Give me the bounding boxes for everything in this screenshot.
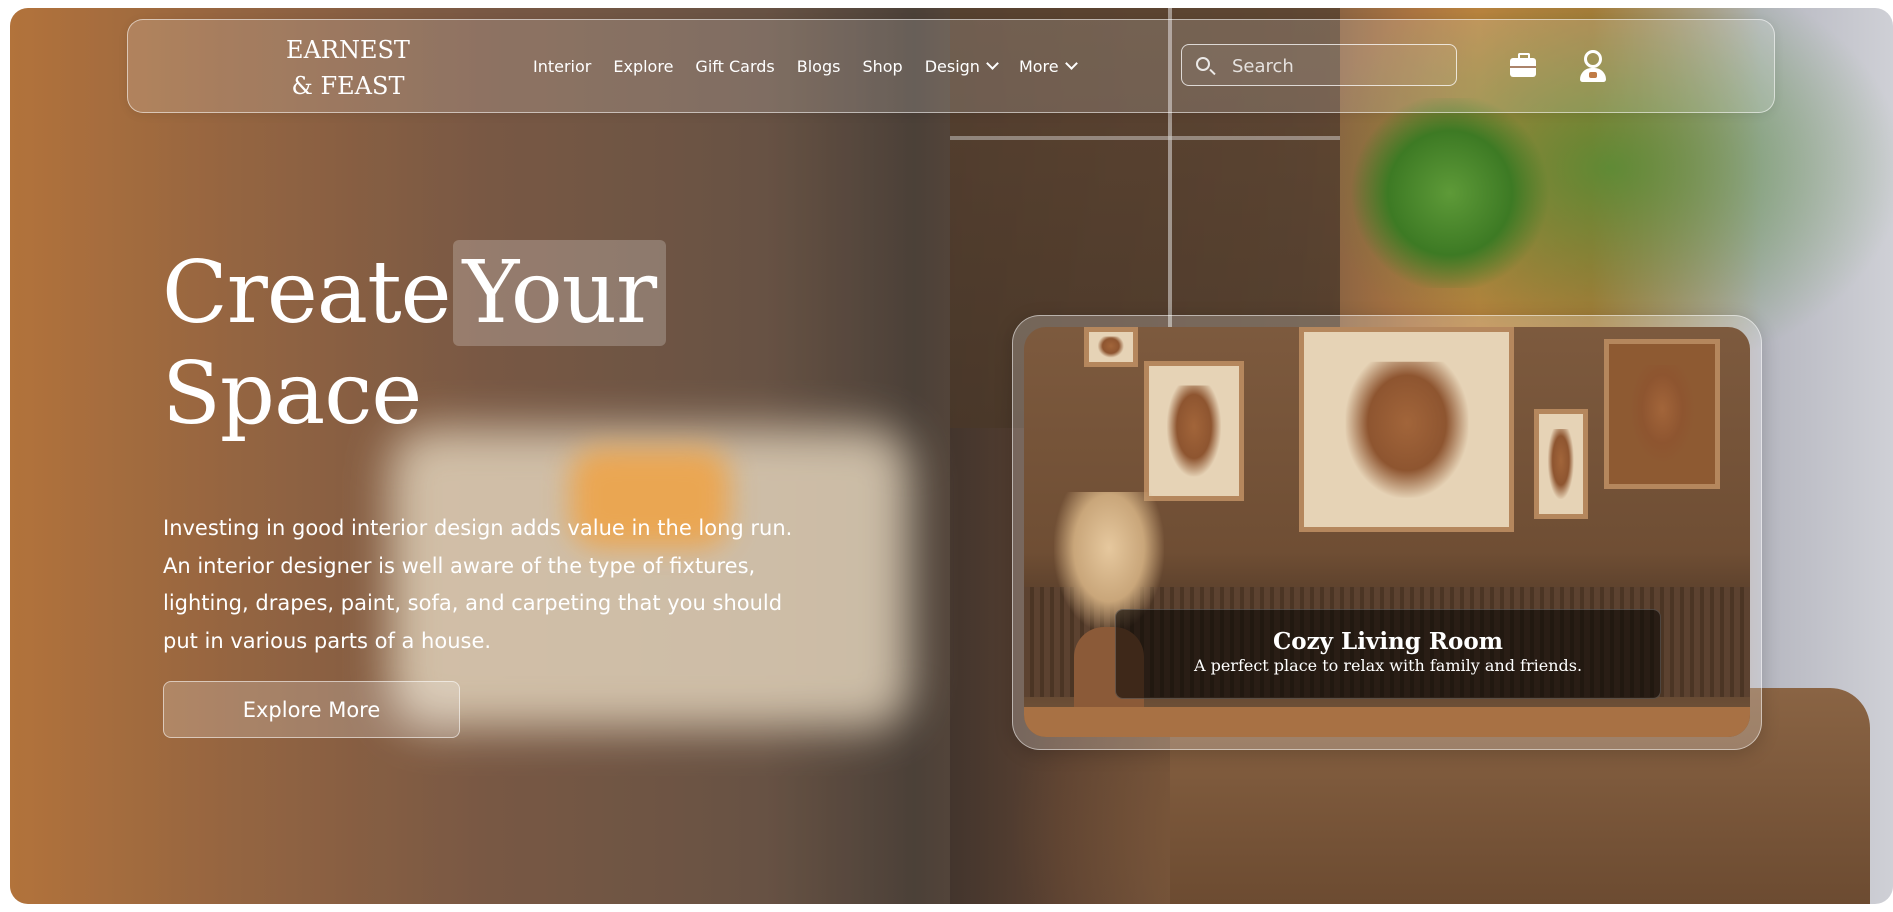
- hero-description: Investing in good interior design adds v…: [163, 516, 793, 653]
- nav-label: Explore: [613, 56, 674, 76]
- room-image: Cozy Living Room A perfect place to rela…: [1024, 327, 1750, 737]
- logo-line-2: & FEAST: [291, 72, 405, 100]
- card-title: Cozy Living Room: [1272, 628, 1504, 655]
- nav-item-shop[interactable]: Shop: [862, 57, 902, 76]
- nav-label: Gift Cards: [695, 56, 775, 76]
- nav-item-blogs[interactable]: Blogs: [797, 57, 841, 76]
- nav-item-design[interactable]: Design: [924, 56, 999, 76]
- nav-item-more[interactable]: More: [1018, 56, 1078, 76]
- chevron-down-icon: [1064, 57, 1078, 70]
- wall-frame: [1299, 327, 1514, 532]
- plant-image: [1350, 98, 1550, 288]
- headline-word-space: Space: [162, 344, 422, 444]
- nav-label: More: [1018, 56, 1059, 76]
- search-input[interactable]: [1230, 45, 1444, 87]
- logo-line-1: EARNEST: [286, 36, 410, 64]
- hero-headline: Create Your Space: [162, 240, 667, 444]
- floor: [1024, 707, 1750, 737]
- headline-word-create: Create: [162, 243, 452, 343]
- wall-frame: [1144, 361, 1244, 501]
- nav-item-gift-cards[interactable]: Gift Cards: [695, 57, 774, 76]
- brand-logo[interactable]: EARNEST & FEAST: [268, 32, 428, 104]
- frosted-overlay: [10, 8, 950, 904]
- card-subtitle: A perfect place to relax with family and…: [1193, 656, 1583, 675]
- main-menu: Interior Explore Gift Cards Blogs Shop D…: [533, 20, 1078, 112]
- explore-more-button[interactable]: Explore More: [163, 681, 460, 738]
- wall-frame: [1084, 327, 1138, 367]
- featured-room-card[interactable]: Cozy Living Room A perfect place to rela…: [1012, 315, 1762, 750]
- search-icon: [1196, 57, 1210, 71]
- briefcase-icon[interactable]: [1510, 53, 1536, 77]
- nav-item-explore[interactable]: Explore: [613, 57, 673, 76]
- wall-frame: [1534, 409, 1588, 519]
- user-icon[interactable]: [1579, 50, 1607, 84]
- wall-frame: [1604, 339, 1720, 489]
- card-caption: Cozy Living Room A perfect place to rela…: [1115, 609, 1661, 699]
- nav-label: Design: [924, 56, 980, 76]
- top-navbar: EARNEST & FEAST Interior Explore Gift Ca…: [127, 19, 1775, 113]
- hero-background: Create Your Space Investing in good inte…: [10, 8, 1893, 904]
- chevron-down-icon: [986, 57, 999, 70]
- nav-label: Interior: [533, 56, 592, 76]
- nav-label: Shop: [862, 56, 903, 76]
- search-box[interactable]: [1181, 44, 1457, 87]
- nav-label: Blogs: [796, 56, 841, 76]
- headline-word-your: Your: [452, 240, 667, 346]
- nav-item-interior[interactable]: Interior: [533, 57, 591, 76]
